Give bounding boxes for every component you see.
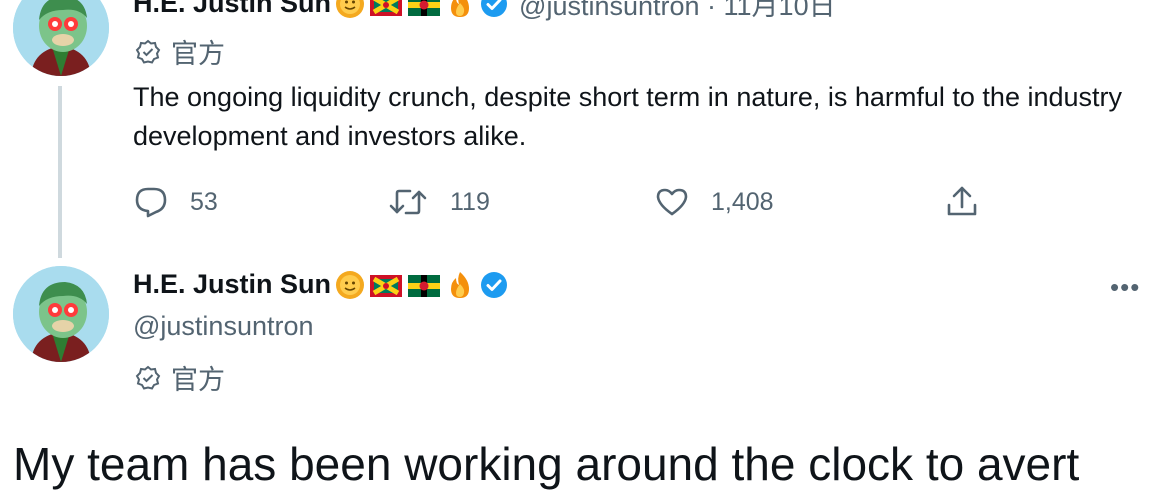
like-button[interactable]: 1,408 xyxy=(655,185,774,219)
main-tweet-header: H.E. Justin Sun xyxy=(133,269,509,300)
official-label: 官方 xyxy=(135,32,225,71)
like-count: 1,408 xyxy=(711,187,774,216)
avatar[interactable] xyxy=(13,0,109,76)
official-label-text: 官方 xyxy=(171,39,225,69)
verified-org-icon xyxy=(135,39,161,64)
tweet-text: The ongoing liquidity crunch, despite sh… xyxy=(133,82,1123,151)
share-button[interactable] xyxy=(946,185,978,224)
handle[interactable]: @justinsuntron xyxy=(133,311,314,342)
thread-connector-line xyxy=(58,86,62,258)
display-name[interactable]: H.E. Justin Sun xyxy=(133,269,331,300)
fire-emoji-icon xyxy=(451,0,470,17)
avatar[interactable] xyxy=(13,266,109,362)
more-icon[interactable]: ••• xyxy=(1110,0,1140,11)
grenada-flag-icon xyxy=(370,0,403,16)
retweet-icon xyxy=(389,189,427,215)
reply-tweet-header: H.E. Justin Sun @justinsuntron · 11月10日 xyxy=(133,0,836,23)
official-label: 官方 xyxy=(135,358,225,397)
share-icon xyxy=(947,186,977,216)
grenada-flag-icon xyxy=(370,274,403,297)
sun-emoji-icon xyxy=(336,270,365,299)
reply-button[interactable]: 53 xyxy=(134,185,218,219)
verified-badge-icon xyxy=(481,0,508,17)
main-tweet-text: My team has been working around the cloc… xyxy=(13,438,1080,490)
more-icon[interactable]: ••• xyxy=(1110,272,1140,303)
verified-badge-icon xyxy=(481,271,508,298)
like-icon xyxy=(656,188,688,216)
handle-and-date[interactable]: @justinsuntron · 11月10日 xyxy=(519,0,836,23)
display-name[interactable]: H.E. Justin Sun xyxy=(133,0,331,19)
verified-org-icon xyxy=(135,365,161,390)
retweet-count: 119 xyxy=(450,187,490,216)
sun-emoji-icon xyxy=(336,0,365,18)
retweet-button[interactable]: 119 xyxy=(388,185,490,219)
reply-icon xyxy=(135,187,167,218)
official-label-text: 官方 xyxy=(171,365,225,395)
dominica-flag-icon xyxy=(408,0,441,16)
reply-count: 53 xyxy=(190,187,218,216)
dominica-flag-icon xyxy=(408,274,441,297)
fire-emoji-icon xyxy=(451,271,470,298)
